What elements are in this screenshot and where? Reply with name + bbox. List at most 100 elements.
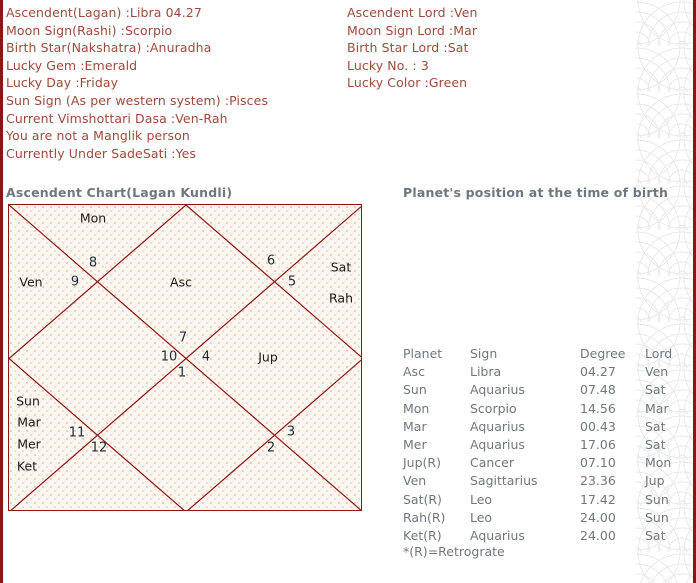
cell-degree: 24.00 — [580, 528, 616, 544]
kundli-house-3: 3 — [286, 424, 296, 440]
cell-planet: Ven — [403, 473, 427, 489]
column-header-sign: Sign — [470, 346, 498, 361]
table-row: Mar Aquarius 00.43 Sat — [403, 418, 683, 436]
summary-line-birth-star: Birth Star(Nakshatra) :Anuradha — [6, 40, 212, 56]
cell-degree: 07.10 — [580, 455, 616, 471]
summary-line-dasa: Current Vimshottari Dasa :Ven-Rah — [6, 110, 228, 126]
table-row: Jup(R) Cancer 07.10 Mon — [403, 454, 683, 472]
kundli-house-10: 10 — [160, 349, 178, 365]
planet-position-table: Planet Sign Degree Lord Asc Libra 04.27 Ven… — [403, 345, 683, 545]
summary-column-left: Ascendent(Lagan) :Libra 04.27 Moon Sign(… — [6, 4, 342, 162]
cell-sign: Aquarius — [470, 382, 525, 398]
planet-position-heading: Planet's position at the time of birth — [403, 185, 669, 200]
cell-lord: Sat — [645, 528, 666, 544]
kundli-planet-jup: Jup — [258, 349, 278, 365]
summary-line-sun-sign: Sun Sign (As per western system) :Pisces — [6, 92, 269, 108]
cell-degree: 04.27 — [580, 364, 616, 380]
cell-planet: Asc — [403, 364, 425, 380]
kundli-grid-lines — [9, 205, 361, 510]
table-row: Sun Aquarius 07.48 Sat — [403, 381, 683, 399]
summary-line-moon-sign: Moon Sign(Rashi) :Scorpio — [6, 22, 173, 38]
retrograde-footnote: *(R)=Retrograte — [403, 544, 505, 559]
cell-sign: Aquarius — [470, 418, 525, 434]
cell-degree: 17.06 — [580, 437, 616, 453]
summary-line-lucky-no: Lucky No. : 3 — [347, 57, 429, 73]
cell-sign: Leo — [470, 491, 493, 507]
cell-planet: Mar — [403, 418, 427, 434]
kundli-house-7: 7 — [178, 330, 188, 346]
kundli-house-5: 5 — [287, 274, 297, 290]
table-row: Mer Aquarius 17.06 Sat — [403, 436, 683, 454]
summary-line-birth-star-lord: Birth Star Lord :Sat — [347, 40, 469, 56]
table-row: Mon Scorpio 14.56 Mar — [403, 400, 683, 418]
table-row: Rah(R) Leo 24.00 Sun — [403, 509, 683, 527]
kundli-planet-ket: Ket — [16, 458, 38, 474]
cell-lord: Jup — [645, 473, 665, 489]
summary-line-ascendent-lord: Ascendent Lord :Ven — [347, 5, 478, 20]
cell-degree: 17.42 — [580, 491, 616, 507]
cell-lord: Sat — [645, 437, 666, 453]
birth-summary-header: Ascendent(Lagan) :Libra 04.27 Moon Sign(… — [0, 0, 696, 172]
cell-planet: Jup(R) — [403, 455, 441, 471]
cell-degree: 24.00 — [580, 509, 616, 525]
cell-sign: Libra — [470, 364, 502, 380]
summary-line-moon-sign-lord: Moon Sign Lord :Mar — [347, 22, 478, 38]
table-row: Sat(R) Leo 17.42 Sun — [403, 491, 683, 509]
cell-planet: Sun — [403, 382, 427, 398]
kundli-house-4: 4 — [201, 349, 211, 365]
lagan-kundli-chart: 8 9 6 5 7 10 4 1 11 12 2 3 Mon Asc Ven Sat Rah Jup Sun Mar… — [8, 204, 362, 511]
kundli-house-2: 2 — [266, 440, 276, 456]
kundli-planet-asc: Asc — [170, 274, 192, 290]
cell-degree: 00.43 — [580, 418, 616, 434]
column-header-planet: Planet — [403, 346, 443, 361]
kundli-planet-mar: Mar — [17, 414, 41, 430]
summary-line-sadesati: Currently Under SadeSati :Yes — [6, 145, 197, 161]
cell-sign: Aquarius — [470, 528, 525, 544]
cell-sign: Scorpio — [470, 400, 517, 416]
kundli-house-11: 11 — [68, 425, 86, 441]
cell-planet: Mon — [403, 400, 430, 416]
cell-sign: Leo — [470, 509, 493, 525]
summary-line-ascendent: Ascendent(Lagan) :Libra 04.27 — [6, 5, 202, 20]
kundli-house-6: 6 — [266, 253, 276, 269]
summary-line-lucky-gem: Lucky Gem :Emerald — [6, 57, 138, 73]
cell-sign: Cancer — [470, 455, 515, 471]
kundli-planet-mer: Mer — [17, 436, 41, 452]
table-row: Ket(R) Aquarius 24.00 Sat — [403, 527, 683, 545]
column-header-degree: Degree — [580, 346, 626, 361]
kundli-house-1: 1 — [177, 365, 187, 381]
cell-lord: Sat — [645, 418, 666, 434]
cell-sign: Aquarius — [470, 437, 525, 453]
cell-lord: Sun — [645, 491, 669, 507]
cell-sign: Sagittarius — [470, 473, 538, 489]
summary-line-lucky-color: Lucky Color :Green — [347, 75, 468, 91]
cell-lord: Mon — [645, 455, 672, 471]
kundli-planet-mon: Mon — [79, 210, 107, 226]
kundli-planet-ven: Ven — [19, 274, 43, 290]
ascendent-chart-heading: Ascendent Chart(Lagan Kundli) — [6, 185, 233, 200]
cell-lord: Mar — [645, 400, 669, 416]
cell-degree: 07.48 — [580, 382, 616, 398]
kundli-planet-sun: Sun — [16, 393, 40, 409]
cell-planet: Sat(R) — [403, 491, 442, 507]
summary-line-manglik: You are not a Manglik person — [6, 128, 190, 144]
cell-planet: Mer — [403, 437, 427, 453]
summary-column-right: Ascendent Lord :Ven Moon Sign Lord :Mar … — [347, 4, 637, 92]
kundli-house-9: 9 — [70, 274, 80, 290]
table-row: Asc Libra 04.27 Ven — [403, 363, 683, 381]
cell-lord: Sun — [645, 509, 669, 525]
kundli-house-12: 12 — [90, 440, 108, 456]
table-row: Ven Sagittarius 23.36 Jup — [403, 472, 683, 490]
cell-degree: 14.56 — [580, 400, 616, 416]
cell-degree: 23.36 — [580, 473, 616, 489]
cell-lord: Ven — [645, 364, 669, 380]
cell-planet: Ket(R) — [403, 528, 442, 544]
kundli-planet-rah: Rah — [329, 290, 353, 306]
summary-line-lucky-day: Lucky Day :Friday — [6, 75, 119, 91]
kundli-planet-sat: Sat — [330, 259, 352, 275]
column-header-lord: Lord — [645, 346, 673, 361]
table-header-row: Planet Sign Degree Lord — [403, 345, 683, 363]
kundli-house-8: 8 — [88, 255, 98, 271]
cell-planet: Rah(R) — [403, 509, 446, 525]
cell-lord: Sat — [645, 382, 666, 398]
